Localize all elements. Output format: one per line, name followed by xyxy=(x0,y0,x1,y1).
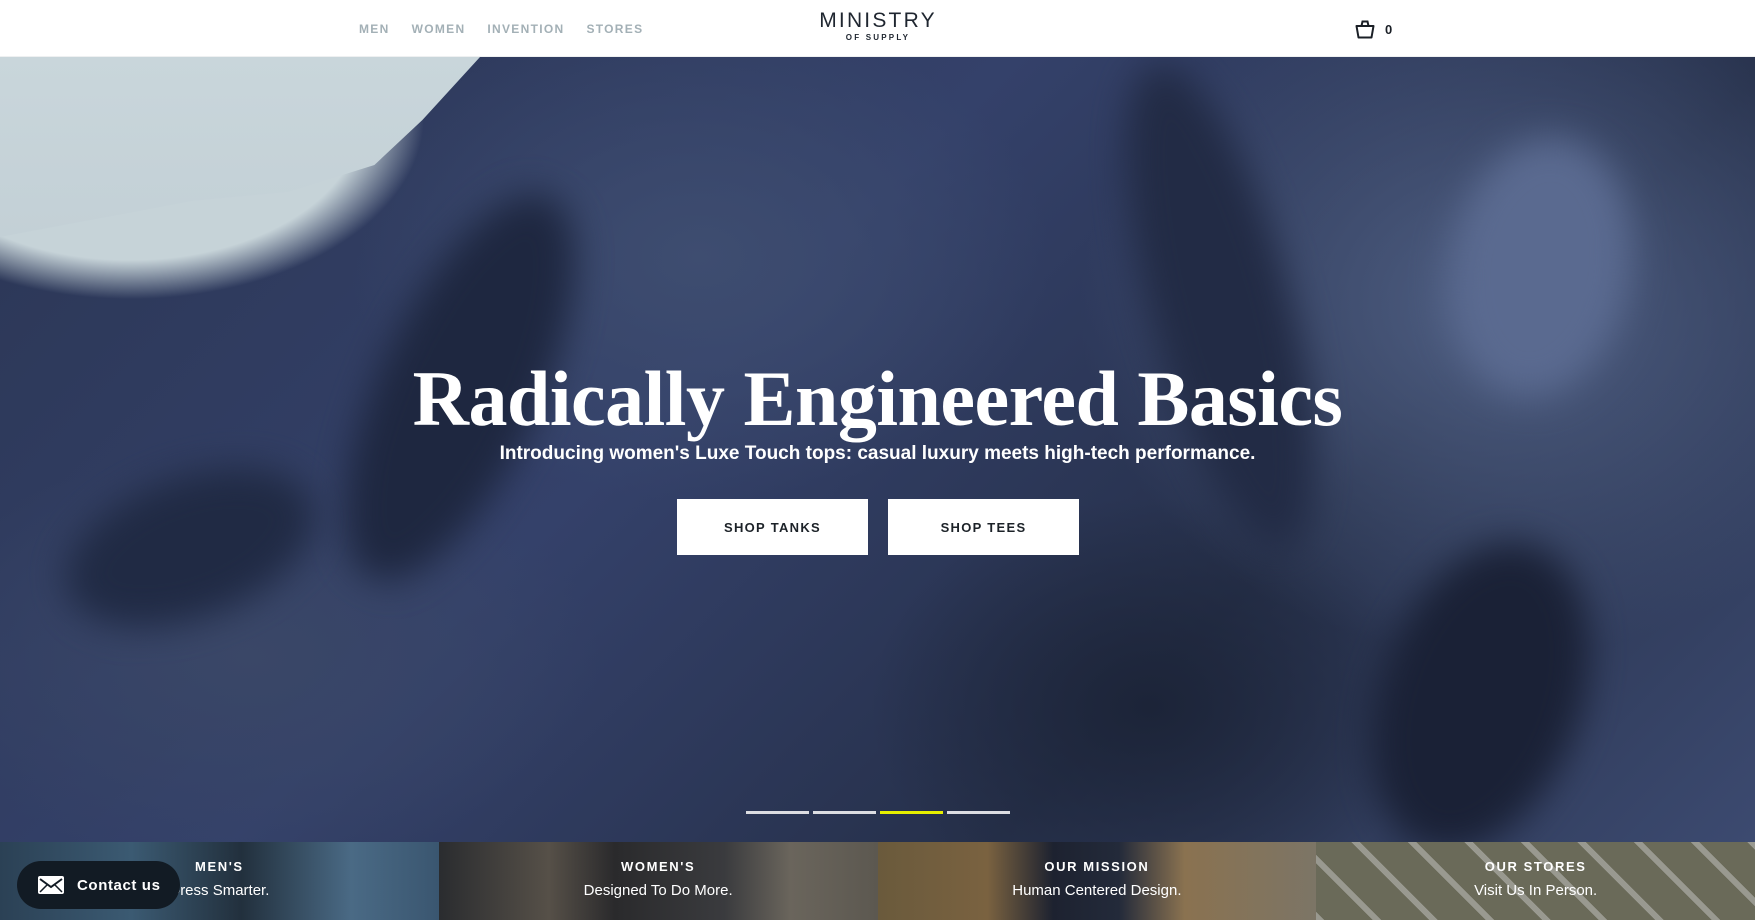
tile-title: WOMEN'S xyxy=(621,859,696,874)
hero-fabric-fold xyxy=(43,436,337,658)
contact-us-label: Contact us xyxy=(77,876,161,894)
nav-invention[interactable]: INVENTION xyxy=(487,22,564,36)
carousel-dot[interactable] xyxy=(813,811,876,814)
tile-womens[interactable]: WOMEN'S Designed To Do More. xyxy=(438,842,878,920)
carousel-dot[interactable] xyxy=(746,811,809,814)
main-nav: MEN WOMEN INVENTION STORES xyxy=(359,22,665,36)
shop-tanks-button[interactable]: SHOP TANKS xyxy=(677,499,868,555)
hero-subtitle: Introducing women's Luxe Touch tops: cas… xyxy=(499,443,1256,464)
carousel-dot-active[interactable] xyxy=(880,811,943,814)
cart-count: 0 xyxy=(1385,21,1393,37)
tile-our-mission[interactable]: OUR MISSION Human Centered Design. xyxy=(877,842,1317,920)
contact-us-button[interactable]: Contact us xyxy=(17,861,180,909)
tile-subtitle: Visit Us In Person. xyxy=(1474,882,1598,899)
tile-image xyxy=(877,842,1317,920)
tile-title: OUR STORES xyxy=(1484,859,1587,874)
nav-women[interactable]: WOMEN xyxy=(412,22,466,36)
cart-button[interactable]: 0 xyxy=(1355,19,1392,39)
hero-fabric-fold xyxy=(1331,512,1629,842)
envelope-icon xyxy=(38,876,64,894)
site-logo[interactable]: MINISTRY OF SUPPLY xyxy=(816,10,940,43)
tile-our-stores[interactable]: OUR STORES Visit Us In Person. xyxy=(1316,842,1755,920)
logo-tagline: OF SUPPLY xyxy=(845,33,911,42)
tile-image xyxy=(1316,842,1755,920)
hero-banner: Radically Engineered Basics Introducing … xyxy=(0,57,1755,842)
nav-men[interactable]: MEN xyxy=(359,22,390,36)
hero-title: Radically Engineered Basics xyxy=(412,355,1343,442)
logo-wordmark: MINISTRY xyxy=(819,9,937,32)
hero-background-sky xyxy=(0,57,480,237)
tile-image xyxy=(438,842,878,920)
shop-tees-button[interactable]: SHOP TEES xyxy=(888,499,1079,555)
carousel-indicators xyxy=(746,811,1010,814)
tile-title: OUR MISSION xyxy=(1044,859,1150,874)
shopping-bag-icon xyxy=(1355,20,1375,39)
tile-subtitle: Human Centered Design. xyxy=(1012,882,1182,899)
hero-fabric-fold xyxy=(1087,57,1353,567)
carousel-dot[interactable] xyxy=(947,811,1010,814)
site-header: MEN WOMEN INVENTION STORES MINISTRY OF S… xyxy=(0,0,1755,57)
category-tiles: MEN'S Dress Smarter. WOMEN'S Designed To… xyxy=(0,842,1755,920)
tile-subtitle: Designed To Do More. xyxy=(583,882,733,899)
nav-stores[interactable]: STORES xyxy=(586,22,643,36)
